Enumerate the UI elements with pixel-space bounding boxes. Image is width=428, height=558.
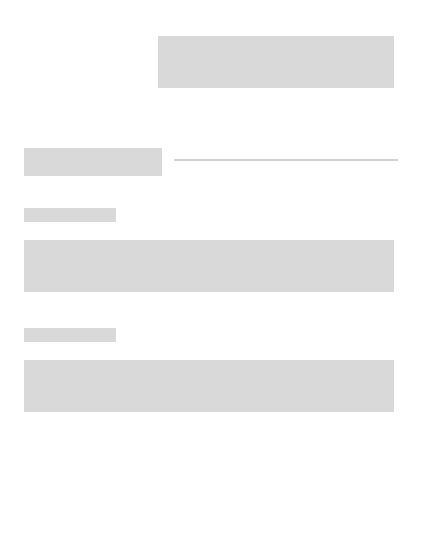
field-label-placeholder-2 [24,328,116,342]
section-title-placeholder [24,148,162,176]
section-divider [174,159,398,161]
input-field-placeholder-2[interactable] [24,360,394,412]
field-label-placeholder-1 [24,208,116,222]
input-field-placeholder-1[interactable] [24,240,394,292]
header-banner-placeholder [158,36,394,88]
